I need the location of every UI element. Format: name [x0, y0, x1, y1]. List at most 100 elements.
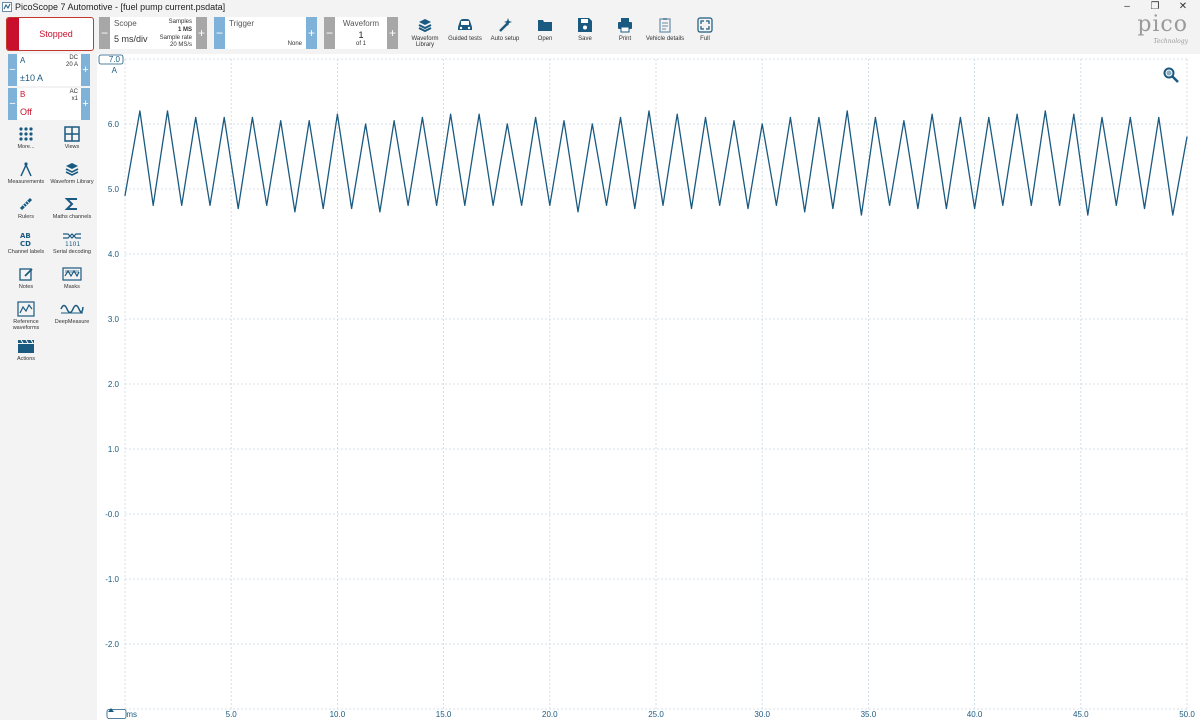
waveform-point — [860, 214, 863, 216]
sidebar-item-waveform-library[interactable]: Waveform Library — [49, 161, 95, 185]
sidebar-item-serial-decoding[interactable]: 1101 Serial decoding — [49, 231, 95, 255]
waveform-point — [223, 116, 225, 119]
waveform-point — [336, 113, 338, 115]
sidebar-item-rulers[interactable]: Rulers — [3, 196, 49, 220]
x-tick-label: 10.0 — [330, 710, 346, 719]
y-tick-label: -1.0 — [105, 575, 119, 584]
open-button[interactable]: Open — [525, 16, 565, 42]
x-tick-label: 45.0 — [1073, 710, 1089, 719]
channel-a-panel[interactable]: A DC 20 A ±10 A — [17, 54, 81, 86]
channel-b-decrease-button[interactable]: − — [8, 88, 17, 120]
channel-a-increase-button[interactable]: + — [81, 54, 90, 86]
channel-axis-label: A — [112, 66, 118, 75]
waveform-point — [704, 116, 707, 119]
waveform-point — [280, 120, 282, 122]
y-tick-label-max: 7.0 — [109, 55, 121, 64]
sidebar-item-deepmeasure[interactable]: DeepMeasure — [49, 301, 95, 325]
waveform-point — [789, 116, 792, 119]
sidebar-label-more: More... — [17, 144, 35, 150]
waveform-point — [294, 211, 296, 213]
waveform-point — [676, 113, 678, 115]
sidebar-item-maths-channels[interactable]: Maths channels — [49, 196, 95, 220]
waveform-point — [804, 211, 806, 213]
save-button[interactable]: Save — [565, 16, 605, 42]
sidebar-item-actions[interactable]: Actions — [3, 338, 49, 362]
print-button[interactable]: Print — [605, 16, 645, 42]
waveform-point — [181, 204, 183, 206]
waveform-point — [1186, 136, 1188, 138]
sigma-icon — [64, 198, 77, 210]
waveform-point — [1129, 116, 1131, 119]
x-tick-label: 15.0 — [436, 710, 452, 719]
guided-tests-button[interactable]: Guided tests — [445, 16, 485, 42]
sidebar-item-masks[interactable]: Masks — [49, 266, 95, 290]
print-label: Print — [618, 36, 632, 42]
sidebar-item-more[interactable]: More... — [3, 126, 49, 150]
scope-plot-area[interactable]: 0.0 ms5.010.015.020.025.030.035.040.045.… — [97, 54, 1200, 720]
waveform-point — [1044, 110, 1046, 112]
waveform-next-button[interactable]: + — [387, 17, 398, 49]
sidebar-label-notes: Notes — [18, 284, 34, 290]
x-tick-label: 30.0 — [754, 710, 770, 719]
waveform-point — [549, 204, 551, 206]
sidebar-item-measurements[interactable]: Measurements — [3, 161, 49, 185]
waveform-chart[interactable]: 0.0 ms5.010.015.020.025.030.035.040.045.… — [97, 54, 1200, 720]
sidebar-label-reference-waveforms: Reference waveforms — [12, 319, 40, 331]
waveform-point — [775, 204, 778, 206]
waveform-point — [450, 113, 452, 115]
waveform-point — [1172, 214, 1174, 216]
channel-a-decrease-button[interactable]: − — [8, 54, 17, 86]
open-label: Open — [537, 36, 553, 42]
scope-panel[interactable]: Scope 5 ms/div Samples 1 MS Sample rate … — [110, 17, 196, 49]
trigger-decrease-button[interactable]: − — [214, 17, 225, 49]
y-tick-label: 1.0 — [108, 445, 120, 454]
waveform-point — [747, 207, 749, 210]
y-tick-label: 3.0 — [108, 315, 120, 324]
sidebar-item-channel-labels[interactable]: AB CD Channel labels — [3, 231, 49, 255]
waveform-point — [662, 204, 664, 206]
waveform-point — [365, 123, 367, 125]
sidebar-item-reference-waveforms[interactable]: Reference waveforms — [3, 301, 49, 331]
zoom-icon[interactable] — [1162, 66, 1180, 84]
waveform-point — [1087, 214, 1089, 216]
compass-icon — [20, 162, 32, 177]
x-tick-label: 35.0 — [861, 710, 877, 719]
sidebar-label-actions: Actions — [16, 356, 36, 362]
vehicle-details-label: Vehicle details — [645, 36, 685, 42]
x-tick-label: 25.0 — [648, 710, 664, 719]
waveform-point — [719, 204, 721, 206]
serial-icon: 1101 — [63, 233, 81, 247]
trigger-value: None — [287, 41, 302, 47]
ruler-icon — [19, 197, 33, 211]
channel-a-name: A — [20, 56, 26, 65]
run-stop-button[interactable]: Stopped — [6, 17, 94, 51]
minimize-button[interactable]: – — [1114, 0, 1140, 14]
waveform-point — [1030, 204, 1032, 206]
waveform-point — [351, 207, 353, 210]
channel-b-panel[interactable]: B AC x1 Off — [17, 88, 81, 120]
full-screen-button[interactable]: Full — [685, 16, 725, 42]
sidebar-item-views[interactable]: Views — [49, 126, 95, 150]
books-icon — [65, 163, 79, 176]
folder-icon — [538, 20, 552, 31]
sidebar-item-notes[interactable]: Notes — [3, 266, 49, 290]
timebase-value: 5 ms/div — [114, 34, 148, 44]
vehicle-details-button[interactable]: Vehicle details — [645, 16, 685, 42]
waveform-library-button[interactable]: Waveform Library — [405, 16, 445, 48]
waveform-point — [846, 110, 848, 112]
waveform-previous-button[interactable]: − — [324, 17, 335, 49]
sidebar-label-views: Views — [64, 144, 80, 150]
waveform-panel[interactable]: Waveform 1 of 1 — [335, 17, 387, 49]
waveform-point — [1059, 204, 1061, 206]
timebase-increase-button[interactable]: + — [196, 17, 207, 49]
waveform-point — [648, 110, 650, 112]
waveform-point — [506, 123, 508, 125]
waveform-point — [237, 207, 239, 210]
timebase-decrease-button[interactable]: − — [99, 17, 110, 49]
trigger-panel[interactable]: Trigger None — [225, 17, 306, 49]
channel-b-range: Off — [20, 107, 32, 117]
channel-b-increase-button[interactable]: + — [81, 88, 90, 120]
books-icon — [418, 19, 432, 33]
trigger-increase-button[interactable]: + — [306, 17, 317, 49]
auto-setup-button[interactable]: Auto setup — [485, 16, 525, 42]
